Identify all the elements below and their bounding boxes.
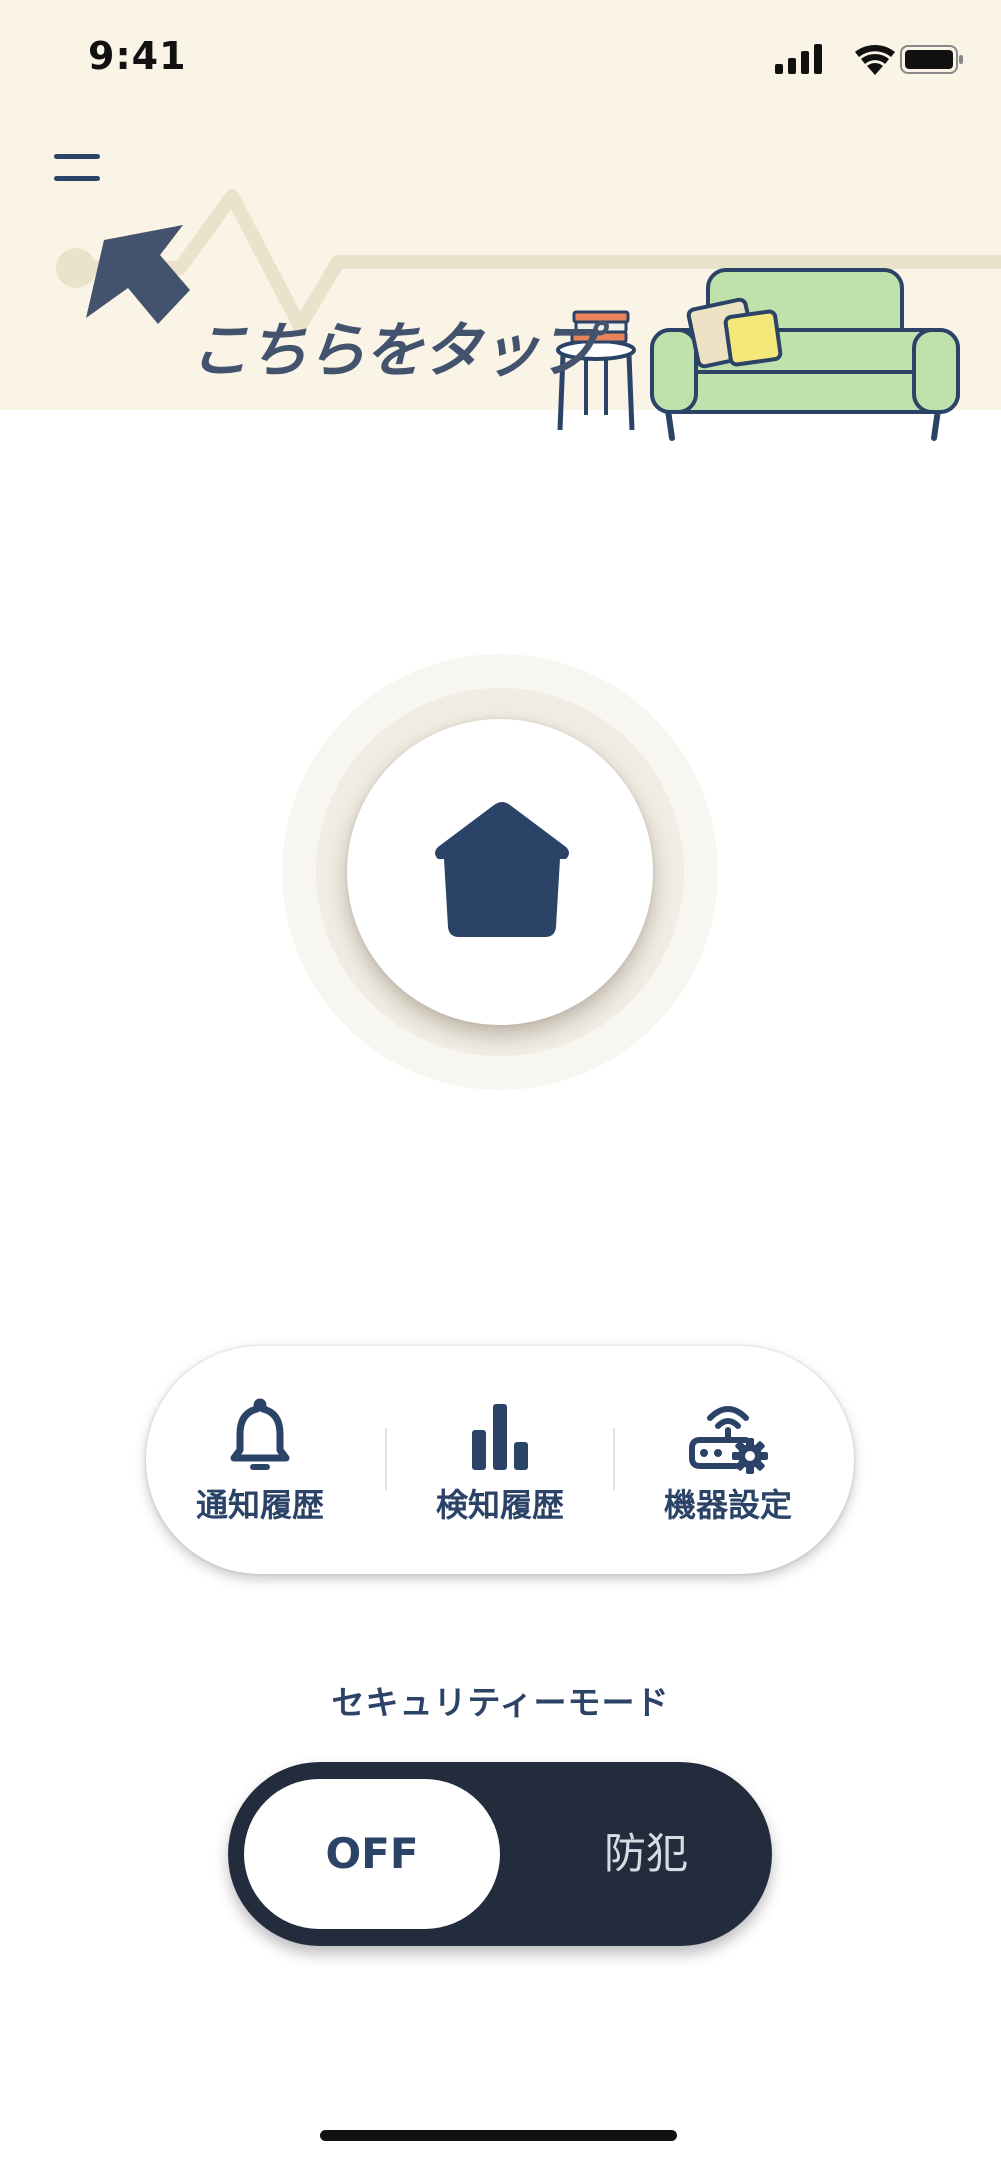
notification-history-button[interactable]: 通知履歴 — [146, 1346, 374, 1574]
home-button[interactable] — [347, 719, 653, 1025]
status-time: 9:41 — [88, 34, 187, 78]
notification-history-label: 通知履歴 — [195, 1486, 324, 1524]
status-icons — [775, 40, 965, 80]
quick-menu: 通知履歴 検知履歴 機器設定 — [146, 1346, 854, 1574]
device-settings-button[interactable]: 機器設定 — [614, 1346, 842, 1574]
battery-icon — [900, 45, 963, 74]
status-bar: 9:41 — [0, 0, 1001, 120]
security-mode-crime-prevention-option[interactable]: 防犯 — [528, 1779, 764, 1929]
wifi-icon — [855, 44, 895, 75]
bar-chart-icon — [472, 1404, 528, 1470]
router-gear-icon — [689, 1406, 768, 1474]
security-mode-off-label: OFF — [325, 1829, 419, 1878]
detection-history-button[interactable]: 検知履歴 — [386, 1346, 614, 1574]
pointer-arrow-icon — [86, 225, 190, 324]
device-settings-label: 機器設定 — [663, 1486, 792, 1524]
hamburger-menu-icon — [54, 154, 100, 159]
security-mode-off-option[interactable]: OFF — [244, 1779, 500, 1929]
security-mode-title: セキュリティーモード — [331, 1683, 670, 1722]
tap-hint-label[interactable]: こちらをタップ — [190, 302, 598, 389]
cellular-signal-icon — [775, 44, 822, 74]
bell-icon — [230, 1398, 290, 1470]
house-icon — [435, 802, 569, 937]
sofa-icon — [650, 268, 960, 441]
home-button-area — [282, 654, 718, 1090]
security-mode-toggle[interactable]: OFF 防犯 — [228, 1762, 772, 1946]
home-indicator[interactable] — [320, 2130, 677, 2141]
detection-history-label: 検知履歴 — [435, 1486, 564, 1524]
